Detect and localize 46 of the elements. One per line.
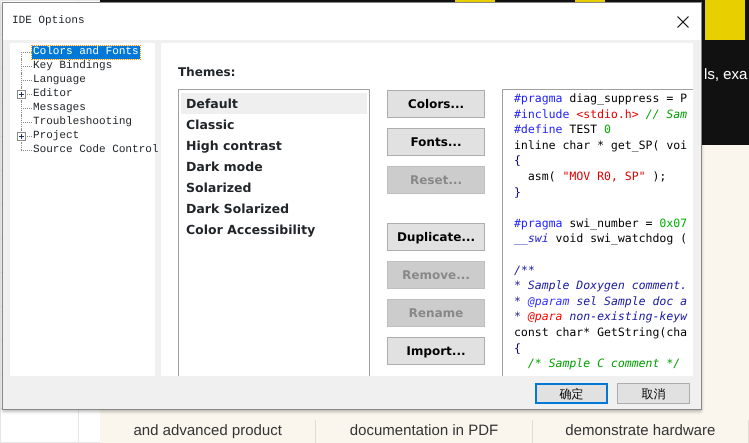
- tree-item[interactable]: Colors and Fonts: [32, 46, 140, 58]
- code-line: * Sample Doxygen comment.: [514, 278, 688, 294]
- code-line: /* Sample C comment */: [526, 356, 680, 372]
- code-line: #include <stdio.h> // Sam: [514, 106, 688, 122]
- code-line: #pragma swi_number = 0x07: [514, 216, 688, 232]
- theme-action-button[interactable]: Colors...: [387, 90, 485, 118]
- tree-item[interactable]: Messages: [32, 102, 87, 114]
- code-line: * @param sel Sample doc a: [514, 294, 688, 310]
- theme-item[interactable]: Classic: [181, 114, 367, 135]
- theme-item[interactable]: High contrast: [181, 135, 367, 156]
- tree-item[interactable]: Project: [32, 130, 80, 142]
- code-line: #define TEST 0: [514, 122, 611, 138]
- code-line: {: [514, 153, 521, 169]
- theme-item[interactable]: Default: [181, 93, 367, 114]
- window-title: IDE Options: [12, 14, 85, 30]
- theme-item[interactable]: Dark Solarized: [181, 198, 367, 219]
- cancel-button[interactable]: 取消: [617, 383, 690, 404]
- theme-action-button[interactable]: Import...: [387, 337, 485, 365]
- tree-item[interactable]: Troubleshooting: [32, 116, 134, 128]
- theme-item[interactable]: Solarized: [181, 177, 367, 198]
- theme-item[interactable]: Color Accessibility: [181, 219, 367, 240]
- code-line: }: [514, 184, 521, 200]
- theme-item[interactable]: Dark mode: [181, 156, 367, 177]
- code-line: {: [514, 340, 521, 356]
- card-text-line: documentation in PDF: [348, 421, 500, 441]
- card-text-line: demonstrate hardware: [564, 421, 716, 441]
- code-line: /**: [514, 262, 535, 278]
- tree-item[interactable]: Language: [32, 74, 87, 86]
- close-icon: [677, 16, 689, 28]
- code-line: __swi void swi_watchdog (: [514, 231, 688, 247]
- code-line: asm( "MOV R0, SP" );: [526, 168, 666, 185]
- card-text-line: and advanced product: [132, 421, 283, 441]
- theme-action-button[interactable]: Fonts...: [387, 128, 485, 156]
- code-line: const char* GetString(cha: [514, 324, 688, 340]
- expand-icon[interactable]: [17, 90, 26, 99]
- code-line: * @para non-existing-keyw: [514, 309, 688, 325]
- code-line: #pragma diag_suppress = P: [514, 91, 688, 107]
- tree-item[interactable]: Editor: [32, 88, 74, 100]
- tree-item[interactable]: Source Code Control: [32, 144, 160, 156]
- code-line: inline char * get_SP( voi: [514, 138, 688, 154]
- expand-icon[interactable]: [17, 132, 26, 141]
- theme-action-button[interactable]: Duplicate...: [387, 223, 485, 251]
- banner-text: ls, exa: [704, 65, 748, 85]
- ok-button[interactable]: 确定: [535, 383, 608, 404]
- themes-label: Themes:: [178, 64, 236, 81]
- tree-item[interactable]: Key Bindings: [32, 60, 114, 72]
